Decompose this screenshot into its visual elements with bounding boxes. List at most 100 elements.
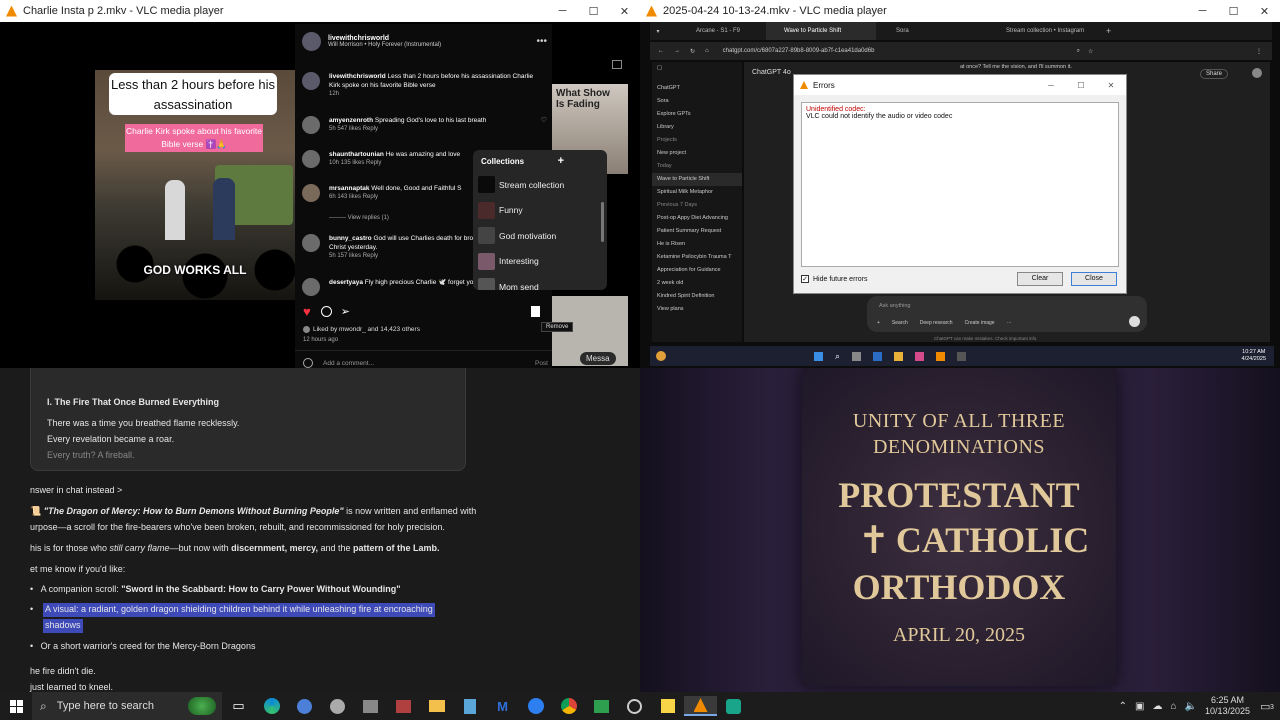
collections-scrollbar[interactable]	[601, 202, 604, 242]
app-gray-icon[interactable]	[354, 696, 387, 716]
search-tool-button[interactable]: Search	[892, 320, 908, 326]
avatar[interactable]	[302, 278, 320, 296]
sidebar-item-active[interactable]: Wave to Particle Shift	[652, 173, 742, 186]
bullet-2-selected[interactable]: A visual: a radiant, golden dragon shiel…	[43, 603, 435, 617]
forward-icon[interactable]: →	[674, 48, 680, 54]
inner-clock[interactable]: 10:27 AM 4/24/2025	[1242, 349, 1266, 363]
more-tools-icon[interactable]: ···	[1007, 320, 1012, 326]
notification-icon[interactable]: ▭ 3	[1260, 700, 1280, 713]
attach-icon[interactable]: +	[877, 320, 880, 326]
maximize-icon[interactable]: ☐	[1218, 5, 1249, 18]
message-button[interactable]: Messa	[580, 352, 616, 365]
sidebar-item[interactable]: New project	[652, 147, 742, 160]
voice-icon[interactable]	[1129, 316, 1140, 327]
task-view-icon[interactable]: ▭	[222, 696, 255, 716]
chrome-icon[interactable]	[552, 696, 585, 716]
sidebar-item[interactable]: Ketamine Psilocybin Trauma T	[652, 251, 742, 264]
view-plans-button[interactable]: View plans	[652, 303, 742, 316]
share-icon[interactable]: ➢	[341, 305, 350, 318]
add-collection-icon[interactable]: +	[558, 155, 564, 167]
errors-maximize-icon[interactable]: ☐	[1066, 81, 1096, 90]
errors-textarea[interactable]: Unidentified codec: VLC could not identi…	[801, 102, 1119, 267]
app-teal-icon[interactable]	[717, 696, 750, 716]
sidebar-item[interactable]: ChatGPT	[652, 82, 742, 95]
sidebar-item[interactable]: Post-op Appy Diet Advancing	[652, 212, 742, 225]
app-clock2-icon[interactable]	[618, 696, 651, 716]
comment-username[interactable]: mrsannaptak	[329, 185, 369, 192]
vlc-taskbar-icon[interactable]	[684, 696, 717, 716]
sidebar-item[interactable]: Spiritual Milk Metaphor	[652, 186, 742, 199]
heart-outline-icon[interactable]: ♡	[541, 116, 547, 124]
app-blue-icon[interactable]	[519, 696, 552, 716]
post-song[interactable]: Will Morrison • Holy Forever (Instrument…	[328, 42, 441, 48]
bullet-2-selected-line2[interactable]: shadows	[43, 619, 83, 633]
minimize-icon[interactable]: ─	[1187, 5, 1218, 18]
sidebar-item[interactable]: 2 week old	[652, 277, 742, 290]
reload-icon[interactable]: ↻	[690, 48, 695, 55]
avatar[interactable]	[302, 116, 320, 134]
collection-item[interactable]: God motivation	[473, 223, 607, 249]
inner-app-icon[interactable]	[915, 351, 925, 361]
vlc-titlebar-left[interactable]: Charlie Insta p 2.mkv - VLC media player…	[0, 0, 640, 22]
hide-future-errors[interactable]: ✓ Hide future errors	[801, 275, 867, 283]
app-circle-icon[interactable]	[288, 696, 321, 716]
clock[interactable]: 6:25 AM 10/13/2025	[1205, 695, 1250, 717]
tray-chevron-icon[interactable]: ⌃	[1119, 701, 1127, 712]
edge-icon[interactable]	[255, 696, 288, 716]
malwarebytes-icon[interactable]: M	[486, 696, 519, 716]
app-green-icon[interactable]	[585, 696, 618, 716]
zoom-icon[interactable]: ⌕	[1077, 48, 1080, 55]
avatar[interactable]	[302, 184, 320, 202]
tab-list-icon[interactable]: ▾	[650, 28, 666, 35]
inner-start-icon[interactable]	[814, 351, 823, 361]
inner-app-icon[interactable]	[936, 351, 946, 361]
comment-username[interactable]: desertyaya	[329, 279, 363, 286]
sidebar-item[interactable]: Library	[652, 121, 742, 134]
comment-username[interactable]: amyenzenroth	[329, 117, 373, 124]
taskbar-search[interactable]: ⌕ Type here to search	[32, 692, 222, 720]
sidebar-item[interactable]: Patient Summary Request	[652, 225, 742, 238]
url-bar[interactable]: chatgpt.com/c/6807a227-89b8-8009-ab7f-c1…	[723, 48, 1073, 54]
tab[interactable]: Stream collection • Instagram	[986, 28, 1106, 34]
sidebar-item[interactable]: Sora	[652, 95, 742, 108]
clear-button[interactable]: Clear	[1017, 272, 1063, 286]
close-icon[interactable]: ✕	[609, 5, 640, 18]
inner-app-icon[interactable]	[873, 351, 883, 361]
app-red-icon[interactable]	[387, 696, 420, 716]
weather-icon[interactable]	[656, 351, 666, 361]
collection-item[interactable]: Funny	[473, 198, 607, 224]
tray-wifi-icon[interactable]: ⌂	[1170, 701, 1176, 712]
sidebar-item[interactable]: He is Risen	[652, 238, 742, 251]
profile-avatar[interactable]	[1252, 68, 1262, 78]
chat-input-box[interactable]: Ask anything + Search Deep research Crea…	[867, 296, 1147, 332]
sidebar-item[interactable]: Explore GPTs	[652, 108, 742, 121]
close-icon[interactable]: ✕	[1249, 5, 1280, 18]
liked-by[interactable]: Liked by mwondr_ and 14,423 others	[303, 326, 420, 333]
tab[interactable]: Arcane - S1 - F9	[666, 28, 766, 34]
search-highlight-icon[interactable]	[188, 697, 216, 715]
errors-close-icon[interactable]: ✕	[1096, 81, 1126, 90]
avatar[interactable]	[302, 150, 320, 168]
vlc-titlebar-right[interactable]: 2025-04-24 10-13-24.mkv - VLC media play…	[640, 0, 1280, 22]
tray-app-icon[interactable]: ▣	[1135, 701, 1144, 712]
bookmark-filled-icon[interactable]	[531, 305, 540, 317]
avatar[interactable]	[302, 32, 321, 51]
file-explorer-icon[interactable]	[420, 696, 453, 716]
create-image-button[interactable]: Create image	[965, 320, 995, 326]
collection-item[interactable]: Stream collection	[473, 172, 607, 198]
caption-username[interactable]: livewithchrisworld	[329, 73, 386, 80]
comment-username[interactable]: shaunthartounian	[329, 151, 384, 158]
app-doc-icon[interactable]	[453, 696, 486, 716]
canvas-card[interactable]: I. The Fire That Once Burned Everything …	[30, 368, 466, 471]
heart-filled-icon[interactable]: ♥	[303, 304, 311, 319]
save-icon[interactable]	[612, 60, 622, 69]
home-icon[interactable]: ⌂	[705, 48, 709, 54]
sidebar-toggle-icon[interactable]: ▢	[652, 62, 742, 82]
sidebar-item[interactable]: Appreciation for Guidance	[652, 264, 742, 277]
comment-meta[interactable]: 5h 547 likes Reply	[329, 125, 529, 134]
errors-minimize-icon[interactable]: ─	[1036, 81, 1066, 90]
view-replies-link[interactable]: ──── View replies (1)	[329, 215, 389, 221]
avatar[interactable]	[302, 234, 320, 252]
sidebar-item[interactable]: Kindred Spirit Definition	[652, 290, 742, 303]
minimize-icon[interactable]: ─	[547, 5, 578, 18]
